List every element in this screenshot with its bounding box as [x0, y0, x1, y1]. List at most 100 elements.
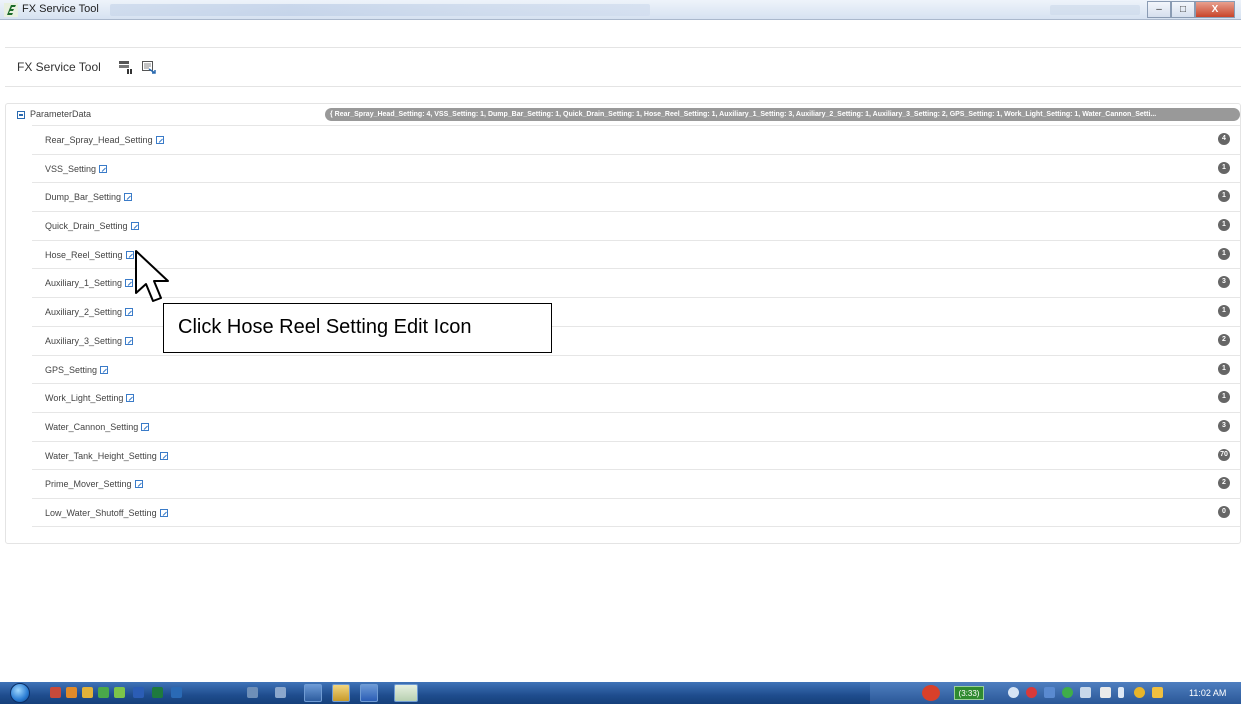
word-icon[interactable] — [133, 687, 144, 698]
excel-icon[interactable] — [152, 687, 163, 698]
tree-item[interactable]: Dump_Bar_Setting 1 — [32, 182, 1240, 211]
export-icon[interactable] — [142, 60, 156, 74]
tree-item[interactable]: Hose_Reel_Setting 1 — [32, 239, 1240, 269]
tree-item[interactable]: Rear_Spray_Head_Setting 4 — [32, 125, 1240, 154]
edit-icon[interactable] — [159, 508, 168, 517]
app-header: FX Service Tool — [5, 47, 1241, 87]
setting-name: Dump_Bar_Setting — [45, 192, 122, 203]
setting-name: GPS_Setting — [45, 364, 98, 375]
edit-icon[interactable] — [125, 308, 134, 317]
tree-item-label: Low_Water_Shutoff_Setting — [45, 508, 168, 518]
pause-icon[interactable] — [118, 60, 132, 74]
volume-icon[interactable] — [1152, 687, 1163, 698]
tree-item[interactable]: Low_Water_Shutoff_Setting 0 — [32, 497, 1240, 527]
word-task-icon[interactable] — [360, 684, 378, 702]
collapse-icon[interactable] — [17, 111, 25, 119]
edit-icon[interactable] — [134, 480, 143, 489]
setting-name: Rear_Spray_Head_Setting — [45, 135, 153, 145]
minimize-button[interactable]: – — [1147, 1, 1171, 18]
edit-icon[interactable] — [99, 164, 108, 173]
tree-item-label: Auxiliary_3_Setting — [45, 335, 134, 346]
count-badge: 1 — [1218, 247, 1230, 260]
tree-item-label: Quick_Drain_Setting — [45, 221, 139, 231]
tree-item-label: Water_Cannon_Setting — [45, 422, 150, 432]
edit-icon[interactable] — [130, 222, 139, 231]
count-badge: 3 — [1218, 276, 1230, 289]
app-logo-icon — [4, 3, 18, 17]
setting-name: Quick_Drain_Setting — [45, 221, 128, 232]
count-badge: 2 — [1218, 333, 1230, 346]
tree-item-label: VSS_Setting — [45, 164, 108, 174]
tray-security-icon[interactable] — [1026, 687, 1037, 698]
edit-icon[interactable] — [155, 136, 164, 144]
tree-item-label: Dump_Bar_Setting — [45, 192, 133, 203]
tray-network-icon[interactable] — [1008, 687, 1019, 698]
tree-item-label: GPS_Setting — [45, 364, 109, 375]
tree-item[interactable]: GPS_Setting 1 — [32, 354, 1240, 384]
count-badge: 1 — [1218, 362, 1230, 375]
tray-monitor-icon[interactable] — [1044, 687, 1055, 698]
count-badge: 1 — [1218, 219, 1230, 232]
tray-connection-icon[interactable] — [1080, 687, 1091, 698]
outlook-icon[interactable] — [171, 687, 182, 698]
tree-item-label: Prime_Mover_Setting — [45, 479, 143, 489]
firefox-icon[interactable] — [66, 687, 77, 698]
tool-icon[interactable] — [275, 687, 286, 698]
app-quicklaunch-icon[interactable] — [50, 687, 61, 698]
flag-icon[interactable] — [1100, 687, 1111, 698]
tree-item[interactable]: Auxiliary_1_Setting 3 — [32, 268, 1240, 297]
count-badge: 1 — [1218, 190, 1230, 203]
edit-icon[interactable] — [100, 365, 109, 374]
callout-text: Click Hose Reel Setting Edit Icon — [178, 316, 472, 338]
tree-item[interactable]: Prime_Mover_Setting 2 — [32, 469, 1240, 498]
tree-item-label: Rear_Spray_Head_Setting — [45, 135, 164, 145]
taskbar-app-1[interactable] — [304, 684, 322, 702]
setting-name: Work_Light_Setting — [45, 393, 124, 404]
tree-item-label: Auxiliary_2_Setting — [45, 307, 134, 317]
window-controls: – □ X — [1147, 1, 1235, 18]
chrome-icon[interactable] — [82, 687, 93, 698]
tree-item[interactable]: Water_Tank_Height_Setting 70 — [32, 440, 1240, 470]
maximize-button[interactable]: □ — [1171, 1, 1195, 18]
utility-icon[interactable] — [114, 687, 125, 698]
tree-item[interactable]: Work_Light_Setting 1 — [32, 383, 1240, 412]
clock[interactable]: 11:02 AM — [1189, 688, 1226, 698]
count-badge: 1 — [1218, 161, 1230, 174]
window-title-bar: FX Service Tool – □ X — [0, 0, 1241, 20]
tree-item[interactable]: VSS_Setting 1 — [32, 153, 1240, 183]
setting-name: Hose_Reel_Setting — [45, 249, 123, 260]
tree-root-label: ParameterData — [30, 109, 92, 119]
edit-icon[interactable] — [126, 394, 135, 403]
tray-alert-icon[interactable] — [1134, 687, 1145, 698]
tree-item-label: Work_Light_Setting — [45, 393, 135, 404]
edit-icon[interactable] — [124, 193, 133, 202]
tray-app-icon[interactable] — [922, 685, 940, 701]
count-badge: 3 — [1218, 419, 1230, 432]
edit-icon[interactable] — [125, 279, 134, 288]
count-badge: 1 — [1218, 391, 1230, 404]
tree-root-row[interactable]: ParameterData { Rear_Spray_Head_Setting:… — [6, 104, 1240, 125]
battery-icon[interactable] — [1118, 687, 1124, 698]
tray-sync-icon[interactable] — [1062, 687, 1073, 698]
start-button[interactable] — [10, 683, 30, 703]
fx-service-tool-task-icon[interactable] — [394, 684, 418, 702]
close-button[interactable]: X — [1195, 1, 1235, 18]
count-badge: 0 — [1218, 505, 1230, 518]
edit-icon[interactable] — [159, 451, 168, 460]
tray-timer-badge[interactable]: (3:33) — [954, 686, 984, 700]
media-icon[interactable] — [98, 687, 109, 698]
count-badge: 2 — [1218, 477, 1230, 490]
grid-icon[interactable] — [247, 687, 258, 698]
root-summary-badge: { Rear_Spray_Head_Setting: 4, VSS_Settin… — [325, 108, 1240, 121]
mouse-pointer-icon — [135, 250, 169, 302]
tree-item[interactable]: Water_Cannon_Setting 3 — [32, 411, 1240, 441]
count-badge: 4 — [1218, 133, 1230, 145]
setting-name: Auxiliary_1_Setting — [45, 278, 123, 289]
explorer-task-icon[interactable] — [332, 684, 350, 702]
tree-item-label: Hose_Reel_Setting — [45, 250, 134, 260]
setting-name: Auxiliary_3_Setting — [45, 335, 123, 346]
tree-item[interactable]: Quick_Drain_Setting 1 — [32, 211, 1240, 240]
setting-name: Prime_Mover_Setting — [45, 479, 132, 490]
edit-icon[interactable] — [141, 422, 150, 431]
edit-icon[interactable] — [125, 336, 134, 345]
